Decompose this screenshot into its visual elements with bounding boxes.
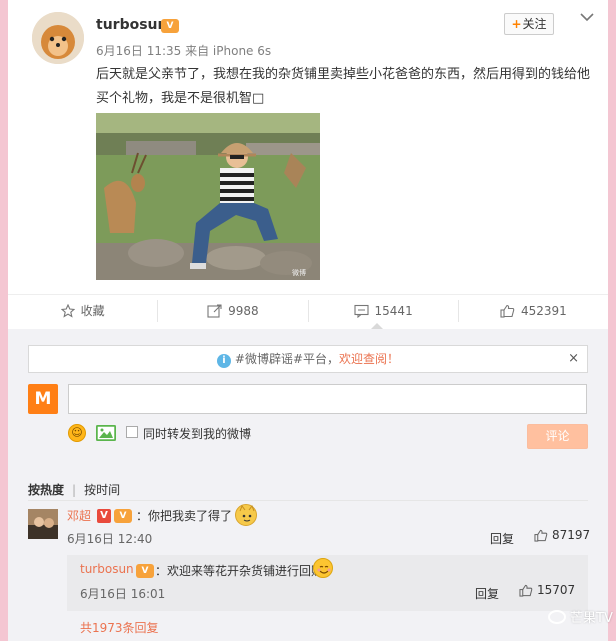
favorite-label: 收藏 bbox=[80, 304, 105, 318]
comment-time: 6月16日 12:40 bbox=[67, 532, 153, 546]
commenter-avatar[interactable] bbox=[28, 509, 58, 539]
like-button[interactable]: 452391 bbox=[459, 300, 608, 322]
repost-option-label: 同时转发到我的微博 bbox=[143, 427, 252, 441]
rumor-notice: i #微博辟谣#平台，欢迎查阅！ × bbox=[28, 345, 588, 373]
submit-comment-button[interactable]: 评论 bbox=[527, 424, 588, 449]
post-text: 后天就是父亲节了，我想在我的杂货铺里卖掉些小花爸爸的东西，然后用得到的钱给他买个… bbox=[96, 67, 591, 106]
reply-thread: turbosun V ：欢迎来等花开杂货铺进行回购 6月16日 16:01 回复… bbox=[67, 555, 588, 611]
thumbs-up-icon bbox=[519, 584, 533, 597]
follow-button[interactable]: +关注 bbox=[504, 13, 554, 35]
picture-icon[interactable] bbox=[96, 425, 116, 441]
vip-badge-icon: V bbox=[136, 564, 154, 578]
comment-text: ：你把我卖了得了 bbox=[136, 509, 233, 523]
notice-text: #微博辟谣#平台， bbox=[234, 352, 340, 366]
comment-button[interactable]: 15441 bbox=[309, 299, 459, 322]
reply-like-button[interactable]: 15707 bbox=[519, 583, 575, 597]
reply-link[interactable]: 回复 bbox=[475, 585, 499, 602]
sort-tabs: 按热度 | 按时间 bbox=[28, 481, 120, 498]
comment-area: i #微博辟谣#平台，欢迎查阅！ × M ☺ 同时转发到我的微博 评论 按热度 | 按… bbox=[8, 329, 608, 641]
vip-badge-icon: V bbox=[114, 509, 132, 523]
svg-text:微博: 微博 bbox=[292, 268, 306, 277]
app-logo: M bbox=[28, 384, 58, 414]
info-icon: i bbox=[216, 354, 231, 368]
wechat-logo-icon bbox=[548, 609, 566, 624]
post-action-bar: 收藏 9988 15441 452391 bbox=[8, 294, 608, 326]
commenter-name[interactable]: 邓超 bbox=[67, 507, 91, 524]
cat-emoji-icon bbox=[235, 504, 257, 526]
thumbs-up-icon bbox=[500, 304, 515, 318]
notice-link[interactable]: 欢迎查阅！ bbox=[339, 352, 399, 366]
verified-icon: V bbox=[97, 509, 111, 523]
reply-text: ：欢迎来等花开杂货铺进行回购 bbox=[155, 564, 324, 578]
comment-like-count: 87197 bbox=[552, 528, 591, 542]
repost-count: 9988 bbox=[228, 303, 259, 318]
emoji-icon[interactable]: ☺ bbox=[68, 424, 86, 442]
watermark-text: 芒果TV bbox=[570, 611, 613, 626]
comment-like-button[interactable]: 87197 bbox=[534, 528, 590, 542]
plus-icon: + bbox=[511, 17, 522, 31]
author-name[interactable]: turbosun bbox=[96, 17, 167, 33]
comment-icon bbox=[353, 304, 369, 318]
chevron-down-icon[interactable] bbox=[580, 10, 594, 26]
repost-icon bbox=[207, 303, 222, 318]
comment-input[interactable] bbox=[68, 384, 587, 414]
thumbs-up-icon bbox=[534, 529, 548, 542]
divider bbox=[28, 500, 588, 501]
more-replies-link[interactable]: 共1973条回复 bbox=[80, 619, 159, 636]
reply-link[interactable]: 回复 bbox=[490, 530, 514, 547]
star-icon bbox=[60, 303, 75, 318]
author-avatar[interactable] bbox=[32, 12, 84, 64]
vip-badge-icon[interactable]: V bbox=[161, 19, 179, 33]
comment-count: 15441 bbox=[374, 303, 413, 318]
sort-by-time[interactable]: 按时间 bbox=[84, 483, 120, 497]
mango-tv-watermark: 芒果TV bbox=[548, 607, 613, 626]
sort-separator: | bbox=[72, 483, 77, 497]
follow-label: 关注 bbox=[522, 17, 547, 31]
smile-emoji-icon bbox=[313, 558, 333, 578]
post-photo[interactable]: 微博 bbox=[96, 113, 320, 280]
repost-checkbox[interactable] bbox=[126, 426, 138, 438]
reply-author-name[interactable]: turbosun bbox=[80, 562, 134, 576]
post-meta: 6月16日 11:35 来自 iPhone 6s bbox=[96, 44, 272, 58]
like-count: 452391 bbox=[520, 303, 567, 318]
favorite-button[interactable]: 收藏 bbox=[8, 299, 159, 322]
close-icon[interactable]: × bbox=[568, 346, 579, 372]
repost-button[interactable]: 9988 bbox=[158, 299, 309, 322]
reply-time: 6月16日 16:01 bbox=[80, 587, 166, 601]
reply-like-count: 15707 bbox=[537, 583, 576, 597]
sort-by-hot[interactable]: 按热度 bbox=[28, 483, 64, 497]
